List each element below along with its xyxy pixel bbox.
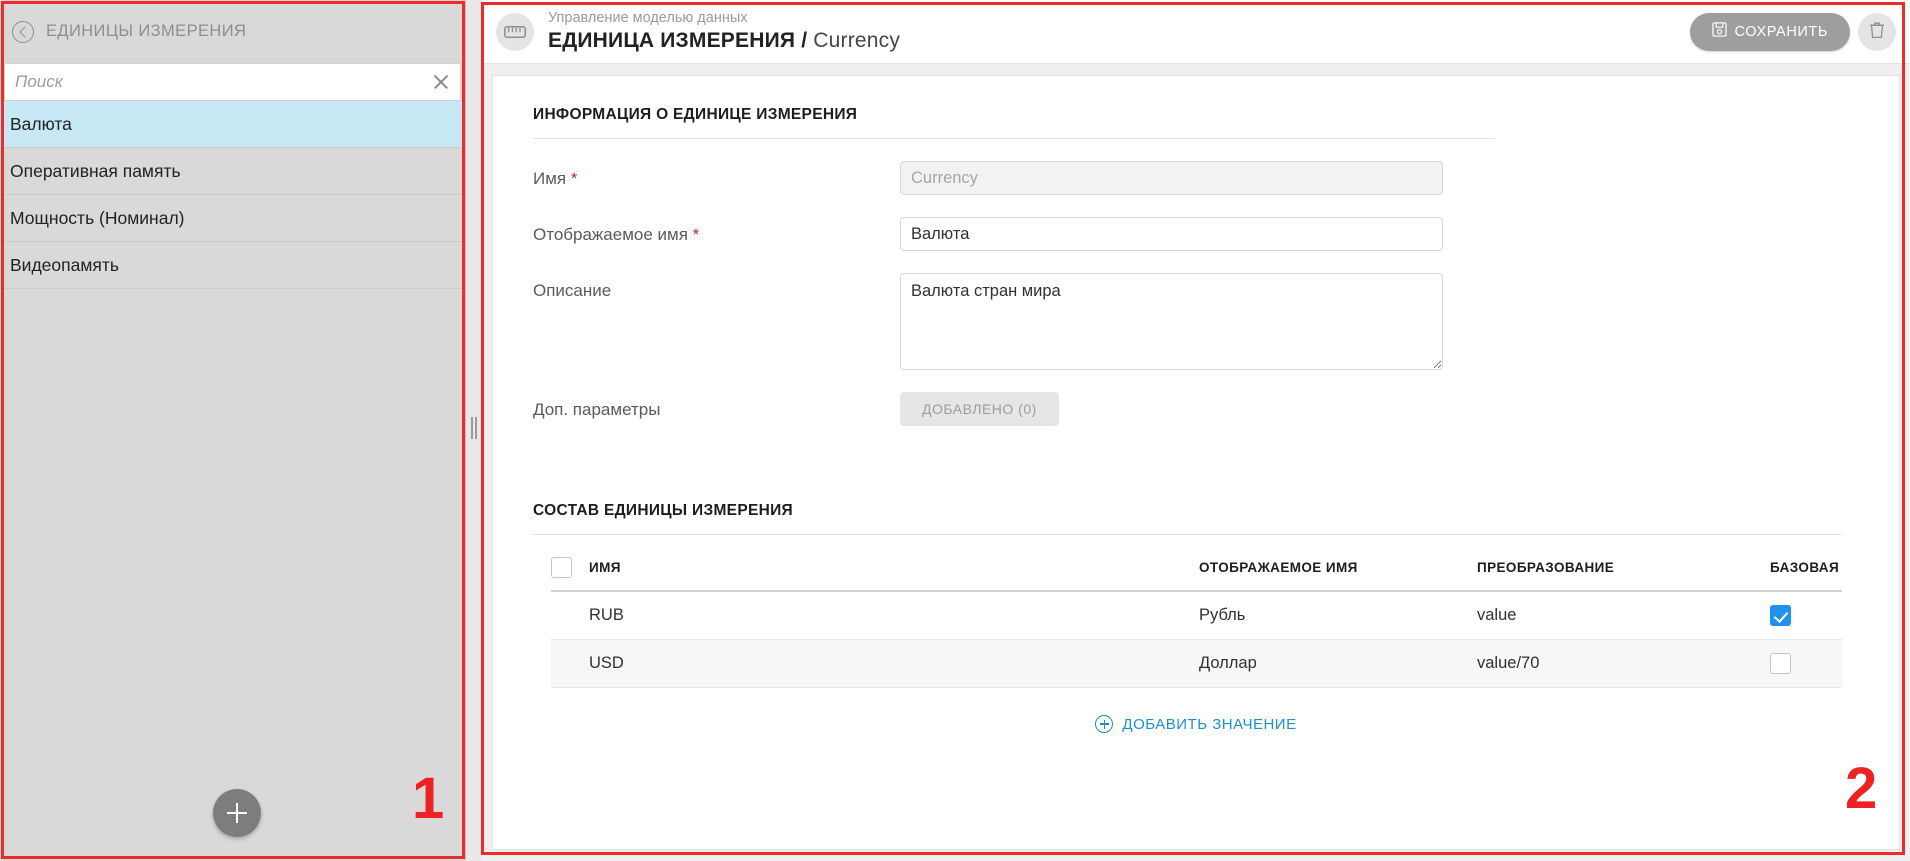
ruler-icon: [496, 12, 534, 51]
extra-params-button[interactable]: ДОБАВЛЕНО (0): [900, 392, 1059, 426]
composition-section-title: СОСТАВ ЕДИНИЦЫ ИЗМЕРЕНИЯ: [533, 502, 793, 519]
save-button[interactable]: СОХРАНИТЬ: [1689, 12, 1850, 51]
table-row[interactable]: RUB Рубль value: [551, 591, 1842, 640]
info-section: ИНФОРМАЦИЯ О ЕДИНИЦЕ ИЗМЕРЕНИЯ Имя * Ото…: [533, 76, 1859, 426]
add-value-button[interactable]: ДОБАВИТЬ ЗНАЧЕНИЕ: [1089, 714, 1302, 734]
unit-list: Валюта Оперативная память Мощность (Номи…: [0, 101, 465, 289]
list-item-label: Видеопамять: [10, 254, 119, 275]
column-header-name: ИМЯ: [589, 545, 1199, 592]
table-header-row: ИМЯ ОТОБРАЖАЕМОЕ ИМЯ ПРЕОБРАЗОВАНИЕ БАЗО…: [551, 545, 1842, 592]
save-floppy-icon: [1711, 22, 1727, 41]
field-row-name: Имя *: [533, 161, 1859, 195]
cell-display-name: Доллар: [1199, 639, 1477, 688]
field-row-extra-params: Доп. параметры ДОБАВЛЕНО (0): [533, 392, 1859, 426]
display-name-label: Отображаемое имя *: [533, 217, 900, 245]
cell-base: [1770, 639, 1842, 688]
page-title-entity: ЕДИНИЦА ИЗМЕРЕНИЯ: [548, 28, 796, 52]
sidebar-title: ЕДИНИЦЫ ИЗМЕРЕНИЯ: [46, 22, 247, 40]
page-title: ЕДИНИЦА ИЗМЕРЕНИЯ / Currency: [548, 29, 900, 52]
list-item-label: Оперативная память: [10, 160, 181, 181]
detail-panel: Управление моделью данных ЕДИНИЦА ИЗМЕРЕ…: [482, 0, 1910, 861]
sidebar-header: ЕДИНИЦЫ ИЗМЕРЕНИЯ: [0, 0, 465, 63]
name-label-text: Имя: [533, 169, 567, 188]
breadcrumb: Управление моделью данных: [548, 9, 748, 26]
cell-name: USD: [589, 639, 1199, 688]
application-root: ЕДИНИЦЫ ИЗМЕРЕНИЯ Валюта Оперативная пам…: [0, 0, 1910, 861]
search-field-wrapper: [4, 63, 461, 101]
cell-name: RUB: [589, 591, 1199, 640]
description-label: Описание: [533, 281, 612, 300]
section-divider: [533, 534, 1841, 535]
row-select-cell: [551, 639, 589, 688]
select-all-checkbox[interactable]: [551, 557, 572, 578]
info-section-title: ИНФОРМАЦИЯ О ЕДИНИЦЕ ИЗМЕРЕНИЯ: [533, 106, 858, 123]
name-label: Имя *: [533, 161, 900, 189]
drag-handle-icon[interactable]: [471, 417, 477, 439]
column-header-base: БАЗОВАЯ: [1770, 545, 1842, 592]
close-icon[interactable]: [432, 73, 450, 91]
cell-conversion: value: [1477, 591, 1770, 640]
name-field: [900, 161, 1443, 195]
required-marker: *: [570, 169, 578, 188]
column-header-display-name: ОТОБРАЖАЕМОЕ ИМЯ: [1199, 545, 1477, 592]
page-title-separator: /: [795, 28, 814, 52]
sidebar-item-ram[interactable]: Оперативная память: [0, 148, 465, 195]
base-checkbox[interactable]: [1770, 605, 1791, 626]
add-value-row: ДОБАВИТЬ ЗНАЧЕНИЕ: [533, 714, 1859, 734]
list-item-label: Мощность (Номинал): [10, 207, 185, 228]
annotation-number-1: 1: [412, 766, 445, 831]
composition-table: ИМЯ ОТОБРАЖАЕМОЕ ИМЯ ПРЕОБРАЗОВАНИЕ БАЗО…: [551, 545, 1842, 688]
select-all-header: [551, 545, 589, 592]
cell-base: [1770, 591, 1842, 640]
column-header-conversion: ПРЕОБРАЗОВАНИЕ: [1477, 545, 1770, 592]
row-select-cell: [551, 591, 589, 640]
extra-params-label: Доп. параметры: [533, 400, 661, 419]
display-name-field[interactable]: [900, 217, 1443, 251]
sidebar-item-vram[interactable]: Видеопамять: [0, 242, 465, 289]
cell-display-name: Рубль: [1199, 591, 1477, 640]
composition-section: СОСТАВ ЕДИНИЦЫ ИЗМЕРЕНИЯ ИМЯ ОТОБРАЖАЕМО…: [533, 472, 1859, 734]
add-value-label: ДОБАВИТЬ ЗНАЧЕНИЕ: [1122, 715, 1297, 733]
page-title-object: Currency: [813, 28, 901, 52]
trash-icon: [1869, 21, 1885, 42]
delete-button[interactable]: [1858, 12, 1896, 51]
sidebar-item-power[interactable]: Мощность (Номинал): [0, 195, 465, 242]
field-row-display-name: Отображаемое имя *: [533, 217, 1859, 251]
required-marker: *: [692, 225, 700, 244]
field-row-description: Описание: [533, 273, 1859, 370]
base-checkbox[interactable]: [1770, 653, 1791, 674]
search-input[interactable]: [5, 64, 460, 100]
header-text-block: Управление моделью данных ЕДИНИЦА ИЗМЕРЕ…: [548, 9, 900, 52]
section-divider: [533, 138, 1495, 139]
sidebar-item-valyuta[interactable]: Валюта: [0, 101, 465, 148]
add-unit-fab-button[interactable]: [213, 789, 261, 837]
table-row[interactable]: USD Доллар value/70: [551, 639, 1842, 688]
units-sidebar: ЕДИНИЦЫ ИЗМЕРЕНИЯ Валюта Оперативная пам…: [0, 0, 466, 861]
header-actions: СОХРАНИТЬ: [1689, 12, 1896, 51]
plus-circle-icon: [1095, 715, 1114, 733]
annotation-number-2: 2: [1845, 756, 1878, 821]
description-field[interactable]: [900, 273, 1443, 370]
detail-header: Управление моделью данных ЕДИНИЦА ИЗМЕРЕ…: [482, 0, 1910, 64]
save-button-label: СОХРАНИТЬ: [1734, 23, 1828, 40]
cell-conversion: value/70: [1477, 639, 1770, 688]
list-item-label: Валюта: [10, 113, 72, 134]
display-name-label-text: Отображаемое имя: [533, 225, 688, 244]
chevron-left-circle-icon[interactable]: [12, 20, 34, 43]
panel-splitter[interactable]: [466, 0, 482, 861]
detail-content-card: ИНФОРМАЦИЯ О ЕДИНИЦЕ ИЗМЕРЕНИЯ Имя * Ото…: [492, 75, 1900, 850]
